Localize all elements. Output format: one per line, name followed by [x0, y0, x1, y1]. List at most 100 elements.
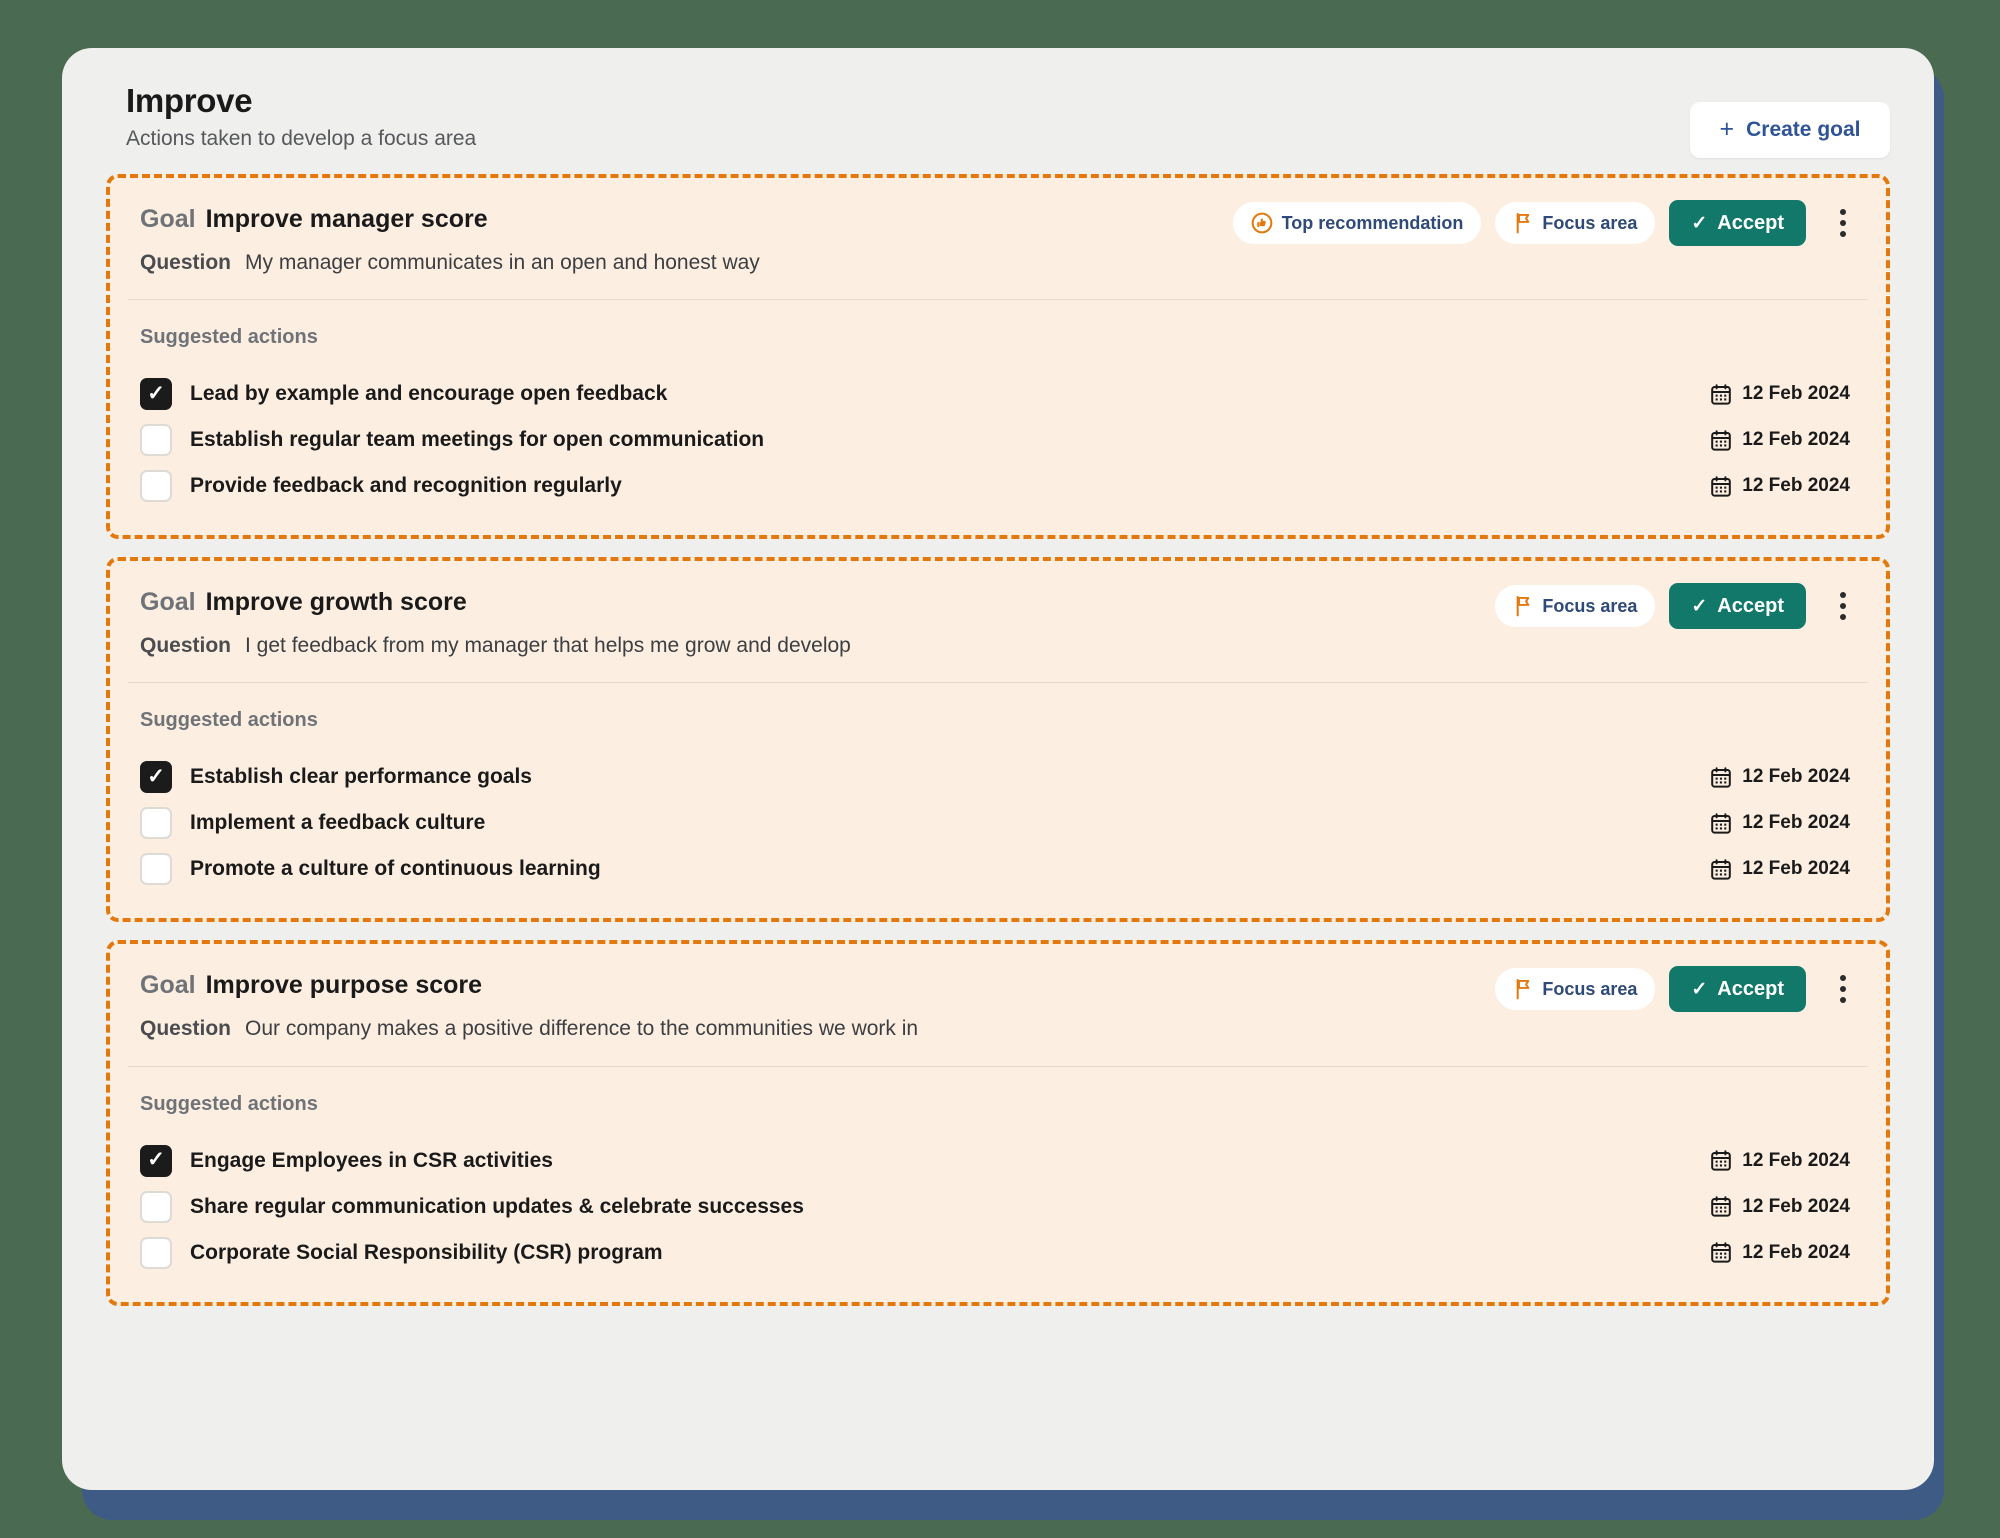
top-recommendation-label: Top recommendation	[1281, 212, 1464, 233]
action-checkbox[interactable]: ✓	[140, 1144, 172, 1177]
calendar-icon	[1711, 767, 1732, 788]
suggested-action-row[interactable]: ✓ Implement a feedback culture 12 Feb 2024	[140, 800, 1856, 846]
accept-label: Accept	[1717, 594, 1784, 617]
action-checkbox[interactable]: ✓	[140, 424, 172, 457]
goal-card: Goal Improve purpose score Question Our com…	[106, 940, 1890, 1306]
calendar-icon	[1711, 859, 1732, 880]
kebab-dot	[1840, 997, 1846, 1004]
action-label: Establish clear performance goals	[190, 765, 532, 789]
goal-header-controls: Focus area ✓ Accept	[1495, 966, 1860, 1013]
suggested-action-row[interactable]: ✓ Lead by example and encourage open feed…	[140, 371, 1856, 417]
checkmark-icon: ✓	[147, 764, 165, 788]
goal-header-controls: Focus area ✓ Accept	[1495, 583, 1860, 630]
action-date-label: 12 Feb 2024	[1742, 766, 1850, 788]
action-due-date: 12 Feb 2024	[1711, 766, 1850, 788]
action-label: Promote a culture of continuous learning	[190, 857, 601, 881]
goal-name: Improve manager score	[205, 205, 488, 233]
calendar-icon	[1711, 383, 1732, 405]
suggested-action-row[interactable]: ✓ Engage Employees in CSR activities 12 Fe…	[140, 1138, 1856, 1184]
suggested-action-row[interactable]: ✓ Promote a culture of continuous learnin…	[140, 846, 1856, 892]
action-due-date: 12 Feb 2024	[1711, 429, 1850, 451]
goal-more-options-button[interactable]	[1826, 585, 1860, 627]
accept-button[interactable]: ✓ Accept	[1669, 966, 1806, 1013]
action-label: Share regular communication updates & ce…	[190, 1194, 804, 1218]
action-date-label: 12 Feb 2024	[1742, 383, 1850, 405]
goal-question-line: Question Our company makes a positive dif…	[140, 1016, 1856, 1041]
top-recommendation-icon	[1251, 212, 1272, 234]
goal-card-header: Goal Improve purpose score Question Our com…	[110, 944, 1886, 1065]
suggested-action-row[interactable]: ✓ Establish clear performance goals 12 Feb…	[140, 754, 1856, 800]
kebab-dot	[1840, 592, 1846, 599]
kebab-dot	[1840, 986, 1846, 993]
suggested-action-row[interactable]: ✓ Establish regular team meetings for ope…	[140, 417, 1856, 463]
top-recommendation-badge[interactable]: Top recommendation	[1232, 202, 1482, 244]
suggested-action-row[interactable]: ✓ Corporate Social Responsibility (CSR) p…	[140, 1230, 1856, 1276]
action-checkbox[interactable]: ✓	[140, 378, 172, 411]
accept-button[interactable]: ✓ Accept	[1669, 200, 1806, 246]
checkmark-icon: ✓	[147, 1148, 165, 1172]
accept-label: Accept	[1717, 211, 1784, 234]
action-date-label: 12 Feb 2024	[1742, 812, 1850, 834]
accept-button[interactable]: ✓ Accept	[1669, 583, 1806, 630]
goal-more-options-button[interactable]	[1826, 968, 1860, 1010]
calendar-icon	[1711, 1196, 1732, 1217]
question-text: Our company makes a positive difference …	[245, 1017, 919, 1041]
action-checkbox[interactable]: ✓	[140, 470, 172, 503]
suggested-action-row[interactable]: ✓ Provide feedback and recognition regula…	[140, 463, 1856, 509]
action-date-label: 12 Feb 2024	[1742, 1241, 1850, 1263]
goal-name: Improve purpose score	[205, 971, 483, 1000]
suggested-actions-section: Suggested actions ✓ Engage Employees in CS…	[110, 1067, 1886, 1302]
action-label: Corporate Social Responsibility (CSR) pr…	[190, 1240, 663, 1264]
focus-area-label: Focus area	[1542, 595, 1638, 616]
calendar-icon	[1711, 429, 1732, 451]
improve-panel: Improve Actions taken to develop a focus…	[62, 48, 1934, 1490]
action-due-date: 12 Feb 2024	[1711, 1150, 1850, 1172]
panel-header: Improve Actions taken to develop a focus…	[106, 82, 1890, 174]
action-checkbox[interactable]: ✓	[140, 807, 172, 840]
suggested-actions-section: Suggested actions ✓ Establish clear perfor…	[110, 683, 1886, 918]
kebab-dot	[1840, 209, 1846, 215]
kebab-dot	[1840, 231, 1846, 237]
action-checkbox[interactable]: ✓	[140, 1190, 172, 1223]
plus-icon: +	[1719, 114, 1735, 143]
action-due-date: 12 Feb 2024	[1711, 1196, 1850, 1218]
question-label: Question	[140, 251, 232, 274]
suggested-action-row[interactable]: ✓ Share regular communication updates & c…	[140, 1184, 1856, 1230]
page-title: Improve	[126, 82, 253, 119]
action-date-label: 12 Feb 2024	[1742, 475, 1850, 497]
checkmark-icon: ✓	[147, 381, 165, 405]
check-icon: ✓	[1691, 212, 1708, 234]
action-label: Engage Employees in CSR activities	[190, 1148, 553, 1172]
kebab-dot	[1840, 220, 1846, 226]
create-goal-label: Create goal	[1746, 118, 1861, 141]
page-root: Improve Actions taken to develop a focus…	[0, 0, 2000, 1538]
focus-area-badge[interactable]: Focus area	[1495, 585, 1656, 628]
kebab-dot	[1840, 614, 1846, 621]
question-text: I get feedback from my manager that help…	[245, 634, 851, 658]
focus-area-badge[interactable]: Focus area	[1495, 968, 1656, 1011]
goal-more-options-button[interactable]	[1826, 202, 1860, 244]
action-checkbox[interactable]: ✓	[140, 1236, 172, 1269]
focus-area-label: Focus area	[1542, 212, 1638, 233]
calendar-icon	[1711, 475, 1732, 497]
create-goal-button[interactable]: + Create goal	[1690, 102, 1890, 158]
goal-card: Goal Improve manager score Question My mana…	[106, 174, 1890, 540]
goal-card-header: Goal Improve growth score Question I get fe…	[110, 561, 1886, 682]
focus-area-badge[interactable]: Focus area	[1495, 202, 1656, 244]
action-checkbox[interactable]: ✓	[140, 853, 172, 886]
action-due-date: 12 Feb 2024	[1711, 812, 1850, 834]
goal-header-controls: Top recommendation Focus area ✓ Accept	[1232, 200, 1860, 246]
accept-label: Accept	[1717, 977, 1784, 1000]
calendar-icon	[1711, 1150, 1732, 1171]
check-icon: ✓	[1691, 978, 1708, 1000]
calendar-icon	[1711, 1242, 1732, 1263]
action-date-label: 12 Feb 2024	[1742, 858, 1850, 880]
goal-label: Goal	[140, 971, 196, 1000]
action-checkbox[interactable]: ✓	[140, 761, 172, 794]
question-label: Question	[140, 634, 232, 658]
focus-area-label: Focus area	[1542, 978, 1638, 999]
page-subtitle: Actions taken to develop a focus area	[126, 126, 477, 150]
suggested-actions-title: Suggested actions	[140, 1092, 318, 1115]
focus-area-flag-icon	[1517, 213, 1530, 234]
action-label: Implement a feedback culture	[190, 811, 486, 835]
